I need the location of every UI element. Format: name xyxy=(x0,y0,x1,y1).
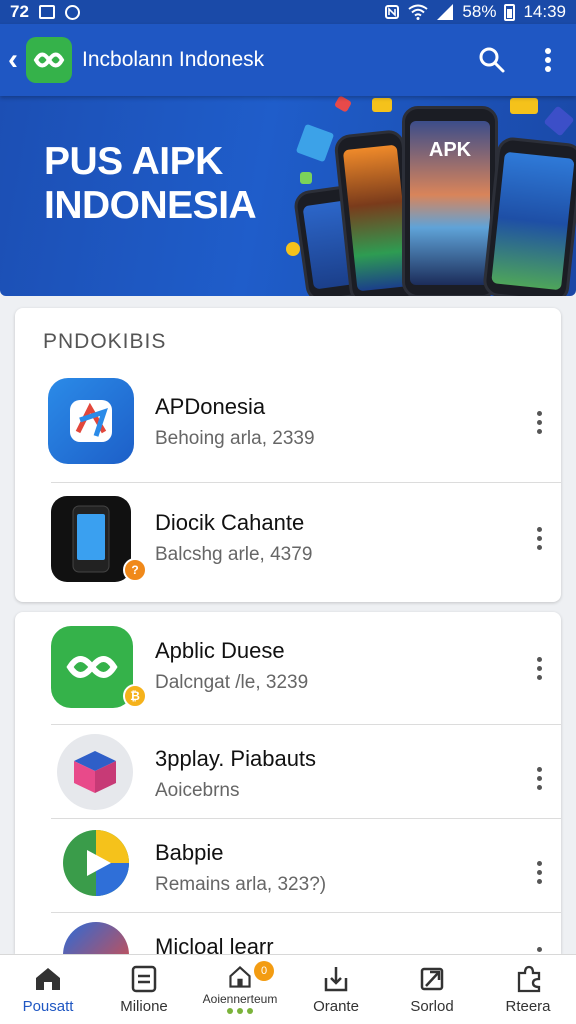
more-vert-icon[interactable] xyxy=(527,518,551,558)
more-vert-icon[interactable] xyxy=(527,938,551,954)
nav-item-home[interactable]: Pousatt xyxy=(0,955,96,1024)
confetti-shape xyxy=(372,98,392,112)
list-item-subtitle: Balcshg arle, 4379 xyxy=(155,544,313,565)
list-item-subtitle: Aoicebrns xyxy=(155,780,240,801)
nav-item-puzzle[interactable]: Rteera xyxy=(480,955,576,1024)
list-item[interactable]: ? Diocik Cahante Balcshg arle, 4379 xyxy=(15,490,561,600)
nav-item-download[interactable]: Orante xyxy=(288,955,384,1024)
nav-item-flag[interactable]: Sorlod xyxy=(384,955,480,1024)
section-title: PNDOKIBIS xyxy=(43,330,167,353)
nav-badge: 0 xyxy=(254,961,274,981)
home-icon xyxy=(36,968,60,990)
nav-label: Rteera xyxy=(505,998,551,1015)
banner-headline-line2: INDONESIA xyxy=(44,184,257,227)
nav-label: Orante xyxy=(313,998,359,1015)
list-item-subtitle: Dalcngat /le, 3239 xyxy=(155,672,309,693)
app-logo-icon xyxy=(26,37,72,83)
nfc-icon xyxy=(385,5,400,19)
confetti-shape xyxy=(543,105,575,137)
section-card-1: PNDOKIBIS APDonesia Behoing arla, 2339 ?… xyxy=(15,308,561,602)
clock: 14:39 xyxy=(523,2,566,21)
apblic-icon xyxy=(51,626,133,708)
list-item[interactable]: APDonesia Behoing arla, 2339 xyxy=(15,374,561,484)
list-item-subtitle: Behoing arla, 2339 xyxy=(155,428,315,449)
phone-icon xyxy=(51,496,131,582)
phone-mockup: APK xyxy=(402,106,498,296)
list-item-subtitle: Remains arla, 323?) xyxy=(155,874,327,895)
wifi-icon xyxy=(408,4,429,20)
app-bar: ‹ Incbolann Indonesk xyxy=(0,24,576,96)
status-bar: 72 58% 14:39 xyxy=(0,0,576,24)
more-vert-icon[interactable] xyxy=(527,648,551,688)
more-vert-icon[interactable] xyxy=(527,402,551,442)
puzzle-icon xyxy=(517,965,541,993)
download-icon xyxy=(324,967,348,992)
nav-label: Pousatt xyxy=(22,998,74,1015)
list-item-name: Babpie xyxy=(155,840,224,865)
confetti-shape xyxy=(295,123,335,163)
list-icon xyxy=(131,965,157,993)
list-item[interactable]: Micloal learr xyxy=(15,912,561,954)
list-item[interactable]: 3pplay. Piabauts Aoicebrns xyxy=(15,724,561,818)
bottom-nav: Pousatt Milione 0 Aoiennerteum Orante So… xyxy=(0,954,576,1024)
notification-icon xyxy=(38,5,55,19)
signal-icon xyxy=(437,4,454,20)
battery-percent: 58% xyxy=(462,2,497,21)
page-dots xyxy=(227,1008,253,1014)
swirl-icon xyxy=(63,922,129,954)
back-icon[interactable]: ‹ xyxy=(0,24,26,96)
phone-screen-label: APK xyxy=(428,139,472,161)
nav-label: Sorlod xyxy=(410,998,454,1015)
house-outline-icon xyxy=(229,966,251,988)
list-item-name: Micloal learr xyxy=(155,934,274,954)
list-item-name: 3pplay. Piabauts xyxy=(155,746,317,771)
divider xyxy=(51,482,561,483)
list-item-name: Apblic Duese xyxy=(155,638,285,663)
phone-mockup xyxy=(481,135,576,296)
confetti-shape xyxy=(333,96,353,113)
nav-label: Aoiennerteum xyxy=(202,992,278,1006)
play-triangle-icon xyxy=(59,826,133,900)
sync-icon xyxy=(64,4,80,20)
list-item-name: APDonesia xyxy=(155,394,266,419)
battery-icon xyxy=(504,3,516,21)
confetti-shape xyxy=(510,98,538,114)
banner-headline: PUS AIPK INDONESIA xyxy=(44,140,257,228)
app-title: Incbolann Indonesk xyxy=(82,48,265,71)
banner-headline-line1: PUS AIPK xyxy=(44,140,223,183)
status-left-text: 72 xyxy=(10,2,29,21)
nav-label: Milione xyxy=(120,998,168,1015)
list-item[interactable]: ₿ Apblic Duese Dalcngat /le, 3239 xyxy=(15,612,561,724)
cube-icon xyxy=(57,734,133,810)
confetti-shape xyxy=(300,172,312,184)
more-vert-icon[interactable] xyxy=(520,32,576,88)
nav-item-list[interactable]: Milione xyxy=(96,955,192,1024)
list-item[interactable]: Babpie Remains arla, 323?) xyxy=(15,818,561,912)
list-item-name: Diocik Cahante xyxy=(155,510,305,535)
more-vert-icon[interactable] xyxy=(527,758,551,798)
confetti-shape xyxy=(286,242,300,256)
flag-icon xyxy=(420,967,444,991)
badge-icon: ? xyxy=(123,558,147,582)
badge-icon: ₿ xyxy=(123,684,147,708)
promo-banner[interactable]: PUS AIPK INDONESIA APK xyxy=(0,96,576,296)
nav-item-house[interactable]: 0 Aoiennerteum xyxy=(192,955,288,1024)
section-card-2: ₿ Apblic Duese Dalcngat /le, 3239 3pplay… xyxy=(15,612,561,954)
apdonesia-icon xyxy=(48,378,134,464)
search-icon[interactable] xyxy=(464,32,520,88)
more-vert-icon[interactable] xyxy=(527,852,551,892)
